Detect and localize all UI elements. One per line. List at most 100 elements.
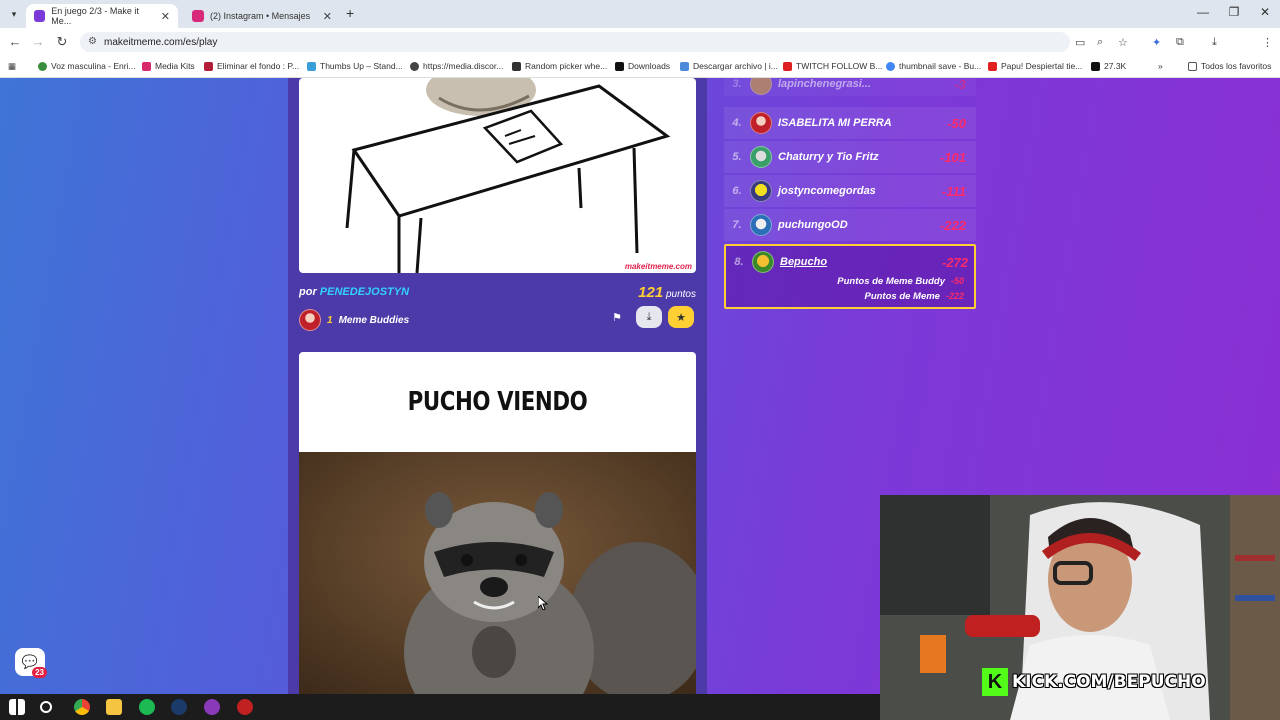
bookmark-favicon (512, 61, 521, 71)
menu-icon[interactable]: ⋮ (1262, 36, 1273, 49)
search-icon[interactable] (40, 701, 52, 713)
bookmark-item[interactable]: Media Kits (142, 61, 195, 71)
report-flag-icon[interactable]: ⚑ (608, 306, 626, 328)
chat-widget-icon[interactable]: 💬 23 (15, 648, 47, 678)
player-name: Bepucho (780, 256, 828, 268)
bookmark-label: Papu! Despiertal tie... (1001, 61, 1083, 71)
address-toolbar: ← → ↻ ⚙ makeitmeme.com/es/play ▭ ⌕ ☆ ✦ ⧉… (0, 28, 1280, 76)
site-info-icon[interactable]: ⚙ (88, 36, 97, 47)
buddy-points-label: Puntos de Meme Buddy (837, 276, 945, 287)
avatar (750, 78, 772, 95)
favorite-button[interactable]: ★ (668, 306, 694, 328)
tiktok-icon (1091, 61, 1100, 71)
player-name: ISABELITA MI PERRA (778, 117, 892, 129)
points-label: puntos (665, 289, 696, 300)
extension-icon[interactable]: ✦ (1152, 36, 1161, 49)
bookmark-item[interactable]: TWITCH FOLLOW B... (783, 61, 882, 71)
avatar (752, 251, 774, 273)
bookmarks-bar: ▦ Voz masculina - Enri... Media Kits Eli… (0, 56, 1280, 78)
app-icon[interactable] (204, 699, 220, 715)
download-button[interactable]: ⤓ (636, 306, 662, 328)
player-score: -222 (939, 217, 966, 233)
bookmark-label: Voz masculina - Enri... (51, 61, 136, 71)
back-icon[interactable]: ← (7, 34, 23, 49)
bookmark-label: Random picker whe... (525, 61, 608, 71)
close-tab-icon[interactable]: ✕ (323, 10, 332, 23)
downloads-icon[interactable]: ⤓ (1212, 36, 1217, 49)
bookmark-item[interactable]: Descargar archivo | i... (680, 61, 778, 71)
bookmark-label: Todos los favoritos (1201, 61, 1272, 71)
leaderboard-row: 3. lapinchenegrasi... -3 (724, 78, 976, 96)
avatar (299, 309, 321, 331)
zoom-icon[interactable]: ⌕ (1097, 36, 1103, 49)
player-score: -3 (954, 78, 966, 92)
bookmark-star-icon[interactable]: ☆ (1118, 36, 1128, 49)
all-bookmarks-folder[interactable]: Todos los favoritos (1188, 61, 1271, 71)
bookmark-item[interactable]: Eliminar el fondo : P... (204, 61, 299, 71)
tab-make-it-meme[interactable]: En juego 2/3 - Make it Me... ✕ (26, 4, 178, 28)
close-tab-icon[interactable]: ✕ (161, 10, 170, 23)
bookmark-item[interactable]: 27.3K (1091, 61, 1126, 71)
player-score: -50 (947, 115, 966, 131)
forward-icon[interactable]: → (30, 34, 46, 49)
url-bar[interactable]: ⚙ makeitmeme.com/es/play (80, 32, 1070, 52)
obs-icon[interactable] (237, 699, 253, 715)
minimize-button[interactable]: — (1188, 5, 1218, 19)
tab-instagram[interactable]: (2) Instagram • Mensajes ✕ (184, 4, 340, 28)
author-prefix: por (299, 286, 317, 298)
rank: 8. (734, 256, 744, 268)
meme-feed: makeitmeme.com por PENEDEJOSTYN 121 punt… (288, 78, 707, 694)
windows-start-icon[interactable] (9, 699, 25, 715)
bookmark-favicon (38, 61, 47, 71)
bookmark-item[interactable]: Downloads (615, 61, 670, 71)
more-bookmarks-icon[interactable]: » (1158, 61, 1163, 71)
bookmark-favicon (410, 61, 419, 71)
bookmark-favicon (886, 61, 895, 71)
bookmark-label: Thumbs Up – Stand... (320, 61, 403, 71)
new-tab-button[interactable]: + (346, 5, 354, 21)
bookmark-item[interactable]: thumbnail save - Bu... (886, 61, 981, 71)
player-score: -272 (941, 254, 968, 270)
avatar (750, 214, 772, 236)
bookmark-item[interactable]: Papu! Despiertal tie... (988, 61, 1082, 71)
leaderboard-row: 7. puchungoOD -222 (724, 209, 976, 241)
close-window-button[interactable]: ✕ (1250, 5, 1280, 19)
leaderboard-row: 6. jostyncomegordas -111 (724, 175, 976, 207)
meme-caption: PUCHO VIENDO (334, 352, 661, 452)
bookmark-label: Downloads (628, 61, 671, 71)
avatar (750, 112, 772, 134)
bookmark-item[interactable]: Random picker whe... (512, 61, 607, 71)
spotify-icon[interactable] (139, 699, 155, 715)
bookmark-item[interactable]: https://media.discor... (410, 61, 503, 71)
apps-grid-icon[interactable]: ▦ (8, 61, 16, 72)
buddies-label: Meme Buddies (338, 314, 410, 326)
bookmark-favicon (988, 61, 997, 71)
cast-icon[interactable]: ▭ (1075, 36, 1085, 49)
kick-logo-icon: K (982, 668, 1008, 696)
meme-points-line: Puntos de Meme -222 (864, 291, 964, 302)
bookmark-favicon (680, 61, 689, 71)
reload-icon[interactable]: ↻ (54, 34, 70, 50)
bookmark-item[interactable]: Thumbs Up – Stand... (307, 61, 403, 71)
rank: 5. (732, 151, 742, 163)
watermark: makeitmeme.com (624, 262, 692, 271)
meme-image-raccoon: PUCHO VIENDO (299, 352, 696, 694)
file-explorer-icon[interactable] (106, 699, 122, 715)
extensions-puzzle-icon[interactable]: ⧉ (1176, 36, 1184, 49)
tab-title: En juego 2/3 - Make it Me... (51, 6, 139, 26)
player-score: -101 (939, 149, 966, 165)
player-name: jostyncomegordas (778, 185, 876, 197)
player-name: puchungoOD (778, 219, 848, 231)
points-value: 121 (638, 284, 664, 301)
tab-search-icon[interactable]: ▾ (6, 6, 22, 22)
tab-title: (2) Instagram • Mensajes (210, 11, 311, 21)
restore-button[interactable]: ❐ (1219, 5, 1249, 19)
chrome-icon[interactable] (74, 699, 90, 715)
bookmark-label: TWITCH FOLLOW B... (796, 61, 883, 71)
bookmark-favicon (204, 61, 213, 71)
leaderboard-row: 4. ISABELITA MI PERRA -50 (724, 107, 976, 139)
bookmark-item[interactable]: Voz masculina - Enri... (38, 61, 136, 71)
mouse-cursor-icon (537, 594, 549, 611)
author-name[interactable]: PENEDEJOSTYN (320, 286, 409, 298)
steam-icon[interactable] (171, 699, 187, 715)
